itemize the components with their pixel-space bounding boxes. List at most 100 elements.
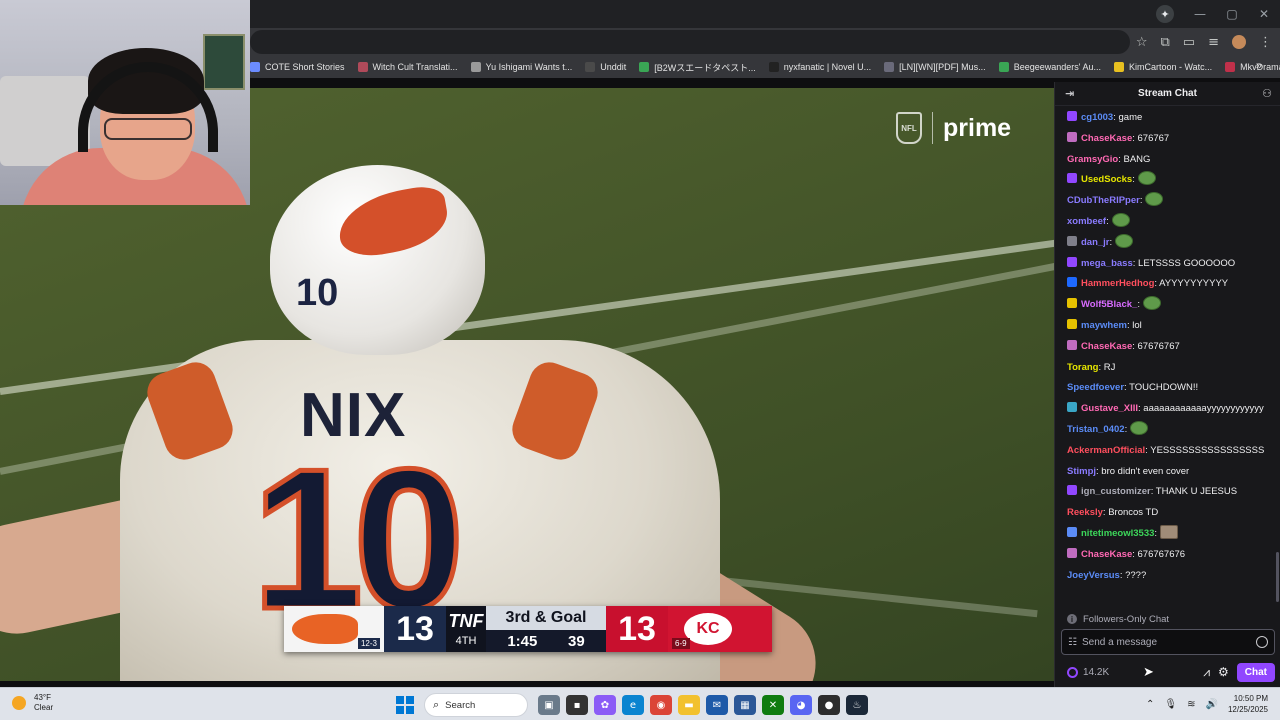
microphone-icon[interactable]: 🎙 [1164,699,1177,710]
chat-username[interactable]: mega_bass [1081,258,1133,269]
user-badge-icon[interactable] [1067,298,1077,309]
tray-overflow-chevron-icon[interactable]: ⌃ [1146,699,1154,710]
widgets-icon[interactable]: ▪ [566,695,588,715]
pepe-emote-icon[interactable] [1137,171,1156,186]
chat-username[interactable]: Gustave_XIII [1081,403,1138,414]
chat-send-button[interactable]: Chat [1236,662,1275,682]
minimize-button[interactable]: — [1184,7,1216,21]
chat-username[interactable]: ChaseKase [1081,549,1132,560]
discord-icon[interactable]: ◕ [790,695,812,715]
chat-username[interactable]: UsedSocks [1081,174,1132,185]
copilot-icon[interactable]: ✿ [594,695,616,715]
chat-username[interactable]: Torang [1067,362,1099,373]
maximize-button[interactable]: ▢ [1216,7,1248,21]
chat-username[interactable]: cg1003 [1081,112,1113,123]
bits-icon[interactable]: ⩘ [1203,665,1210,680]
chat-username[interactable]: nitetimeowl3533 [1081,528,1154,539]
close-button[interactable]: ✕ [1248,7,1280,21]
task-view-icon[interactable]: ▣ [538,695,560,715]
outlook-icon[interactable]: ✉ [706,695,728,715]
extensions-icon[interactable]: ⧉ [1161,35,1170,50]
user-badge-icon[interactable] [1067,339,1077,350]
chat-messages[interactable]: cg1003: game ChaseKase: 676767 GramsyGio: … [1055,106,1280,606]
volume-icon[interactable]: 🔊 [1206,699,1218,710]
cast-icon[interactable]: ▭ [1183,35,1195,50]
profile-avatar[interactable] [1232,35,1246,49]
chat-username[interactable]: ChaseKase [1081,133,1132,144]
chat-message-text: : game [1113,112,1143,123]
bookmark-item[interactable]: KimCartoon - Watc... [1113,62,1212,72]
address-bar[interactable] [250,30,1130,54]
user-badge-icon[interactable] [1067,277,1077,288]
collapse-chat-icon[interactable]: ⇥ [1065,87,1074,100]
ai-sparkle-icon[interactable]: ✦ [1156,5,1174,23]
bookmark-item[interactable]: COTE Short Stories [250,62,345,72]
chat-username[interactable]: GramsyGio [1067,154,1118,165]
user-badge-icon[interactable] [1067,402,1077,413]
user-badge-icon[interactable] [1067,256,1077,267]
obs-icon[interactable]: ● [818,695,840,715]
file-explorer-icon[interactable]: ▬ [678,695,700,715]
chat-scrollbar[interactable] [1276,552,1279,602]
channel-points[interactable]: 14.2K [1067,666,1109,678]
chat-username[interactable]: JoeyVersus [1067,570,1120,581]
user-badge-icon[interactable] [1067,131,1077,142]
chat-username[interactable]: xombeef [1067,216,1106,227]
weather-widget[interactable]: 43°F Clear [12,693,53,713]
chat-username[interactable]: CDubTheRIPper [1067,195,1140,206]
chat-input[interactable] [1081,636,1256,648]
custom-emote-icon[interactable] [1160,524,1179,539]
bookmark-item[interactable]: Yu Ishigami Wants t... [470,62,572,72]
chat-username[interactable]: ign_customizer [1081,486,1151,497]
pepe-emote-icon[interactable] [1142,296,1161,311]
user-badge-icon[interactable] [1067,235,1077,246]
chat-username[interactable]: dan_jr [1081,237,1110,248]
wifi-icon[interactable]: ≋ [1187,699,1195,710]
user-badge-icon[interactable] [1067,485,1077,496]
clock[interactable]: 10:50 PM 12/25/2025 [1228,693,1268,715]
browser-menu-icon[interactable]: ⋮ [1259,35,1272,50]
chat-identity-icon[interactable]: ☷ [1068,637,1077,648]
pepe-emote-icon[interactable] [1130,420,1149,435]
chat-username[interactable]: Wolf5Black_ [1081,299,1137,310]
pepe-emote-icon[interactable] [1115,233,1134,248]
start-button[interactable] [396,696,414,714]
chat-username[interactable]: ChaseKase [1081,341,1132,352]
chat-username[interactable]: maywhem [1081,320,1127,331]
away-score: 13 [606,606,668,652]
user-badge-icon[interactable] [1067,111,1077,121]
bookmarks-overflow-icon[interactable]: » [1256,60,1262,72]
user-badge-icon[interactable] [1067,318,1077,329]
xbox-icon[interactable]: ✕ [762,695,784,715]
chat-username[interactable]: Speedfoever [1067,382,1124,393]
bookmark-item[interactable]: Unddit [585,62,626,72]
chat-settings-gear-icon[interactable]: ⚙ [1218,665,1229,679]
bookmark-item[interactable]: Beegeewanders' Au... [998,62,1101,72]
bookmark-item[interactable]: nyxfanatic | Novel U... [768,62,871,72]
emote-picker-icon[interactable] [1256,636,1268,648]
media-controls-icon[interactable]: ≡ [1208,35,1219,50]
pepe-emote-icon[interactable] [1111,212,1130,227]
store-icon[interactable]: ▦ [734,695,756,715]
chat-username[interactable]: AckermanOfficial [1067,445,1145,456]
bookmark-item[interactable]: MkvDrama - Watch... [1225,62,1280,72]
pepe-emote-icon[interactable] [1145,192,1164,207]
community-icon[interactable]: ⚇ [1262,87,1272,100]
bookmark-item[interactable]: Witch Cult Translati... [357,62,458,72]
user-badge-icon[interactable] [1067,526,1077,537]
chat-username[interactable]: HammerHedhog [1081,278,1154,289]
edge-icon[interactable]: e [622,695,644,715]
chat-input-box[interactable]: ☷ [1061,629,1275,655]
steam-icon[interactable]: ♨ [846,695,868,715]
chat-message-text: : [1124,423,1128,435]
chat-username[interactable]: Stimpj [1067,466,1096,477]
bookmark-star-icon[interactable]: ☆ [1136,35,1148,50]
user-badge-icon[interactable] [1067,173,1077,184]
chat-username[interactable]: Tristan_0402 [1067,424,1125,435]
bookmark-item[interactable]: [LN][WN][PDF] Mus... [884,62,986,72]
chrome-icon[interactable]: ◉ [650,695,672,715]
bookmark-item[interactable]: [B2Wスエードタペスト... [639,61,756,74]
chat-username[interactable]: Reeksly [1067,507,1103,518]
taskbar-search[interactable]: ⌕ Search [424,693,528,717]
user-badge-icon[interactable] [1067,547,1077,558]
